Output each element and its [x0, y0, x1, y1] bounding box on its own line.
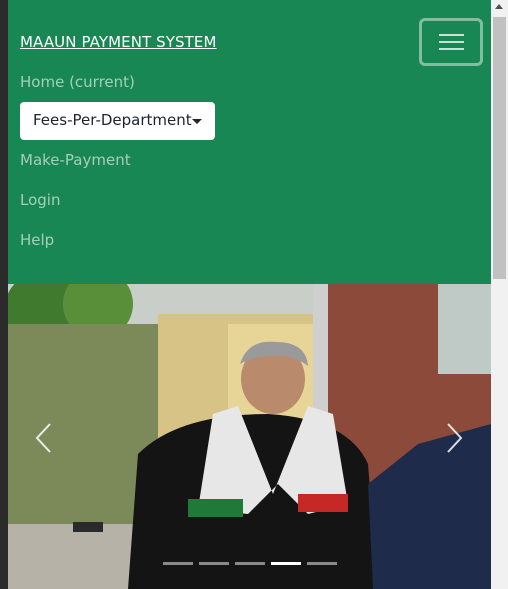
nav-link-home[interactable]: Home (current): [20, 73, 135, 91]
hamburger-icon: [439, 34, 464, 36]
caret-down-icon: [192, 119, 202, 124]
carousel-indicator-5[interactable]: [307, 562, 337, 565]
carousel-indicator-3[interactable]: [235, 562, 265, 565]
brand-link[interactable]: MAAUN PAYMENT SYSTEM: [20, 33, 217, 51]
nav-link-make-payment[interactable]: Make-Payment: [20, 151, 131, 169]
chevron-right-icon: [447, 423, 463, 453]
nav-link-help[interactable]: Help: [20, 231, 54, 249]
carousel-indicator-2[interactable]: [199, 562, 229, 565]
vertical-scrollbar[interactable]: [491, 0, 508, 589]
navbar: MAAUN PAYMENT SYSTEM Home (current) Fees…: [8, 0, 491, 284]
carousel: [8, 284, 491, 589]
hamburger-icon: [439, 48, 464, 50]
carousel-indicator-4[interactable]: [271, 562, 301, 565]
carousel-prev-button[interactable]: [30, 420, 60, 456]
carousel-slide-image: [8, 284, 491, 589]
navbar-toggler-button[interactable]: [419, 18, 483, 66]
scrollbar-thumb[interactable]: [493, 17, 506, 279]
chevron-left-icon: [35, 423, 51, 453]
carousel-indicators: [163, 562, 338, 566]
nav-link-login[interactable]: Login: [20, 191, 60, 209]
carousel-indicator-1[interactable]: [163, 562, 193, 565]
hamburger-icon: [439, 41, 464, 43]
dropdown-label: Fees-Per-Department: [33, 111, 192, 129]
carousel-next-button[interactable]: [440, 420, 470, 456]
window-edge: [0, 0, 8, 589]
arrow-up-icon[interactable]: [495, 4, 503, 9]
fees-per-department-dropdown[interactable]: Fees-Per-Department: [20, 102, 215, 140]
